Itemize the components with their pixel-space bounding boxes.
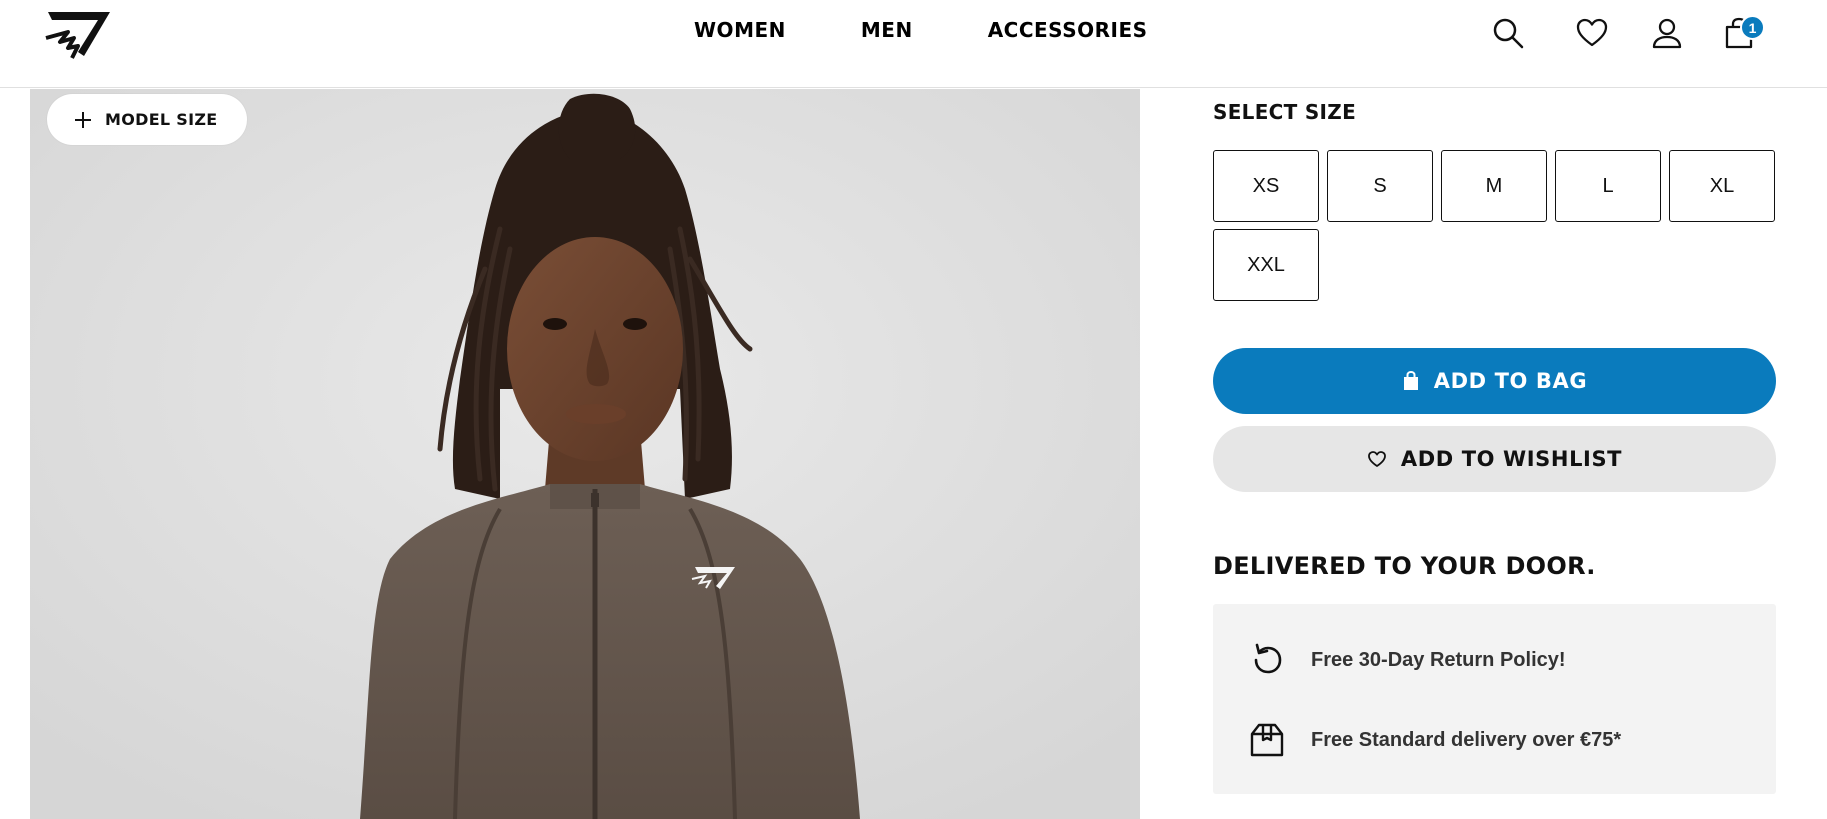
cart-count-badge: 1	[1740, 15, 1765, 40]
heart-icon	[1367, 451, 1386, 467]
select-size-title: SELECT SIZE	[1213, 100, 1357, 124]
add-to-bag-label: ADD TO BAG	[1433, 369, 1588, 393]
bag-icon	[1403, 371, 1418, 390]
add-to-wishlist-label: ADD TO WISHLIST	[1400, 447, 1623, 471]
search-icon[interactable]	[1491, 16, 1525, 50]
size-option-xs[interactable]: XS	[1213, 150, 1319, 222]
delivery-row: Free Standard delivery over €75*	[1249, 722, 1621, 758]
site-header: WOMEN MEN ACCESSORIES 1	[0, 0, 1827, 88]
add-to-wishlist-button[interactable]: ADD TO WISHLIST	[1213, 426, 1776, 492]
size-option-s[interactable]: S	[1327, 150, 1433, 222]
model-photo-illustration	[30, 89, 1140, 819]
delivered-title: DELIVERED TO YOUR DOOR.	[1213, 552, 1596, 580]
return-policy-row: Free 30-Day Return Policy!	[1249, 642, 1566, 678]
size-option-xl[interactable]: XL	[1669, 150, 1775, 222]
nav-women[interactable]: WOMEN	[694, 18, 786, 42]
product-image[interactable]	[30, 89, 1140, 819]
add-to-bag-button[interactable]: ADD TO BAG	[1213, 348, 1776, 414]
logo-icon	[45, 12, 110, 59]
return-icon	[1254, 643, 1282, 674]
size-option-m[interactable]: M	[1441, 150, 1547, 222]
delivery-info-box: Free 30-Day Return Policy! Free Standard…	[1213, 604, 1776, 794]
nav-accessories[interactable]: ACCESSORIES	[988, 18, 1148, 42]
heart-icon[interactable]	[1575, 16, 1609, 50]
nav-men[interactable]: MEN	[861, 18, 913, 42]
brand-logo[interactable]	[44, 8, 114, 60]
plus-icon	[75, 111, 91, 128]
size-option-l[interactable]: L	[1555, 150, 1661, 222]
package-icon	[1250, 723, 1284, 757]
account-icon[interactable]	[1650, 16, 1684, 50]
model-size-button[interactable]: MODEL SIZE	[47, 94, 247, 145]
delivery-text: Free Standard delivery over €75*	[1311, 728, 1622, 751]
model-size-label: MODEL SIZE	[105, 110, 218, 129]
size-option-xxl[interactable]: XXL	[1213, 229, 1319, 301]
return-policy-text: Free 30-Day Return Policy!	[1311, 648, 1566, 671]
main-nav: WOMEN MEN ACCESSORIES	[694, 18, 1148, 42]
